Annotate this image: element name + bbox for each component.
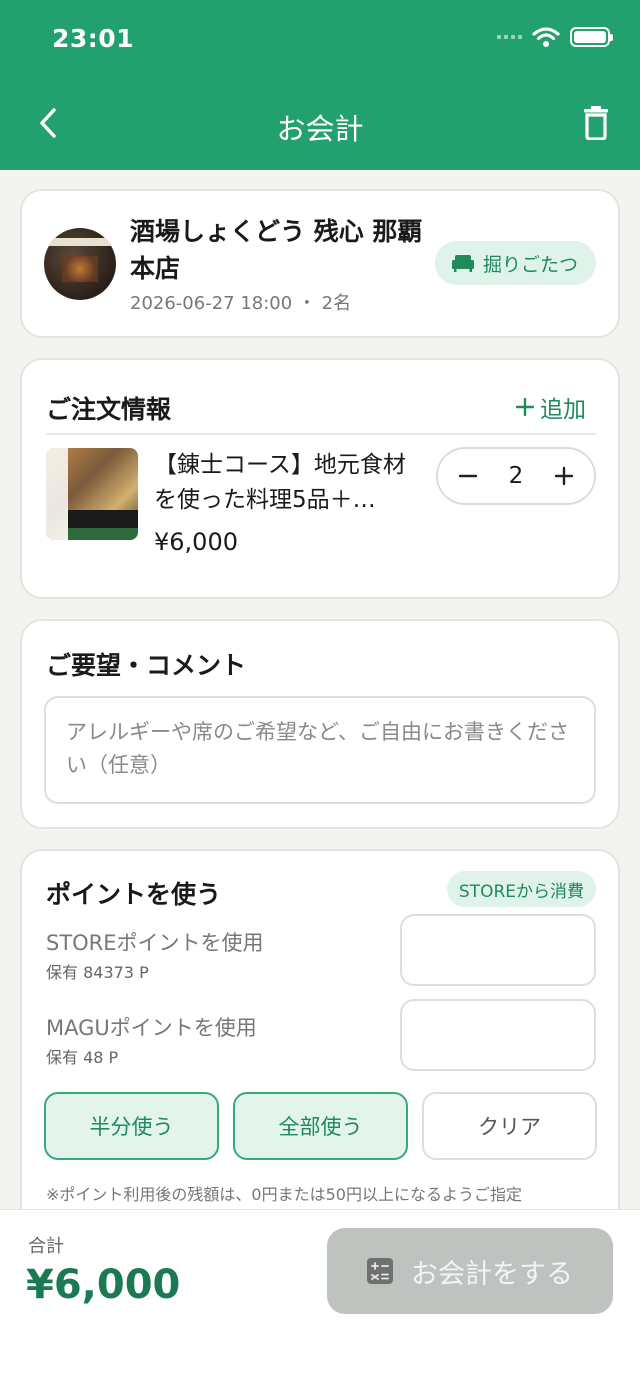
quantity-value: 2 — [508, 463, 524, 489]
total-label: 合計 — [28, 1236, 64, 1257]
clear-points-button[interactable]: クリア — [422, 1092, 597, 1160]
magu-points-label: MAGUポイントを使用 — [46, 1016, 257, 1040]
course-price: ¥6,000 — [154, 528, 238, 556]
app-header: 23:01 お会計 — [0, 0, 640, 170]
comment-textarea[interactable]: アレルギーや席のご希望など、ご自由にお書きください（任意） — [44, 696, 596, 804]
signal-icon — [497, 35, 522, 39]
points-card: ポイントを使う STOREから消費 STOREポイントを使用 保有 84373 … — [20, 849, 620, 1249]
sofa-icon — [451, 255, 474, 272]
calculator-icon — [367, 1258, 393, 1284]
seat-type-badge: 掘りごたつ — [434, 241, 596, 285]
delete-button[interactable] — [576, 102, 616, 144]
add-item-label: 追加 — [540, 397, 586, 423]
order-card: ご注文情報 追加 【錬士コース】地元食材を使った料理5品＋… ¥6,000 2 — [20, 358, 620, 599]
wifi-icon — [532, 27, 560, 47]
course-image — [46, 448, 138, 540]
magu-points-balance: 保有 48 P — [46, 1048, 119, 1067]
store-points-balance: 保有 84373 P — [46, 963, 149, 982]
use-all-button[interactable]: 全部使う — [233, 1092, 408, 1160]
course-name: 【錬士コース】地元食材を使った料理5品＋… — [154, 452, 406, 513]
comment-card: ご要望・コメント アレルギーや席のご希望など、ご自由にお書きください（任意） — [20, 619, 620, 829]
checkout-bar: 合計 ¥6,000 お会計をする — [0, 1209, 640, 1385]
order-section-title: ご注文情報 — [46, 395, 172, 424]
store-avatar — [44, 228, 116, 300]
points-source-badge: STOREから消費 — [446, 871, 596, 907]
seat-type-label: 掘りごたつ — [482, 253, 578, 276]
store-points-label: STOREポイントを使用 — [46, 931, 264, 955]
checkout-label: お会計をする — [411, 1258, 573, 1290]
store-points-input[interactable] — [400, 914, 596, 986]
page-title: お会計 — [276, 112, 364, 146]
checkout-button[interactable]: お会計をする — [327, 1228, 613, 1314]
comment-section-title: ご要望・コメント — [46, 651, 247, 680]
points-section-title: ポイントを使う — [46, 880, 222, 909]
divider — [46, 433, 596, 435]
increment-button[interactable] — [552, 464, 576, 488]
plus-icon — [554, 466, 574, 486]
add-item-button[interactable]: 追加 — [516, 390, 586, 424]
plus-icon — [516, 398, 534, 416]
trash-icon — [584, 106, 608, 140]
magu-points-input[interactable] — [400, 999, 596, 1071]
status-time: 23:01 — [52, 24, 135, 53]
decrement-button[interactable] — [456, 464, 480, 488]
status-icons — [497, 26, 613, 48]
store-card: 酒場しょくどう 残心 那覇本店 2026-06-27 18:00 ・ 2名 掘り… — [20, 189, 620, 338]
store-name: 酒場しょくどう 残心 那覇本店 — [130, 217, 423, 283]
battery-icon — [570, 27, 613, 47]
total-amount: ¥6,000 — [26, 1262, 181, 1308]
quantity-stepper: 2 — [436, 447, 596, 505]
use-half-button[interactable]: 半分使う — [44, 1092, 219, 1160]
reservation-meta: 2026-06-27 18:00 ・ 2名 — [130, 293, 352, 314]
minus-icon — [458, 474, 478, 478]
points-note: ※ポイント利用後の残額は、0円または50円以上になるようご指定 — [46, 1185, 522, 1204]
